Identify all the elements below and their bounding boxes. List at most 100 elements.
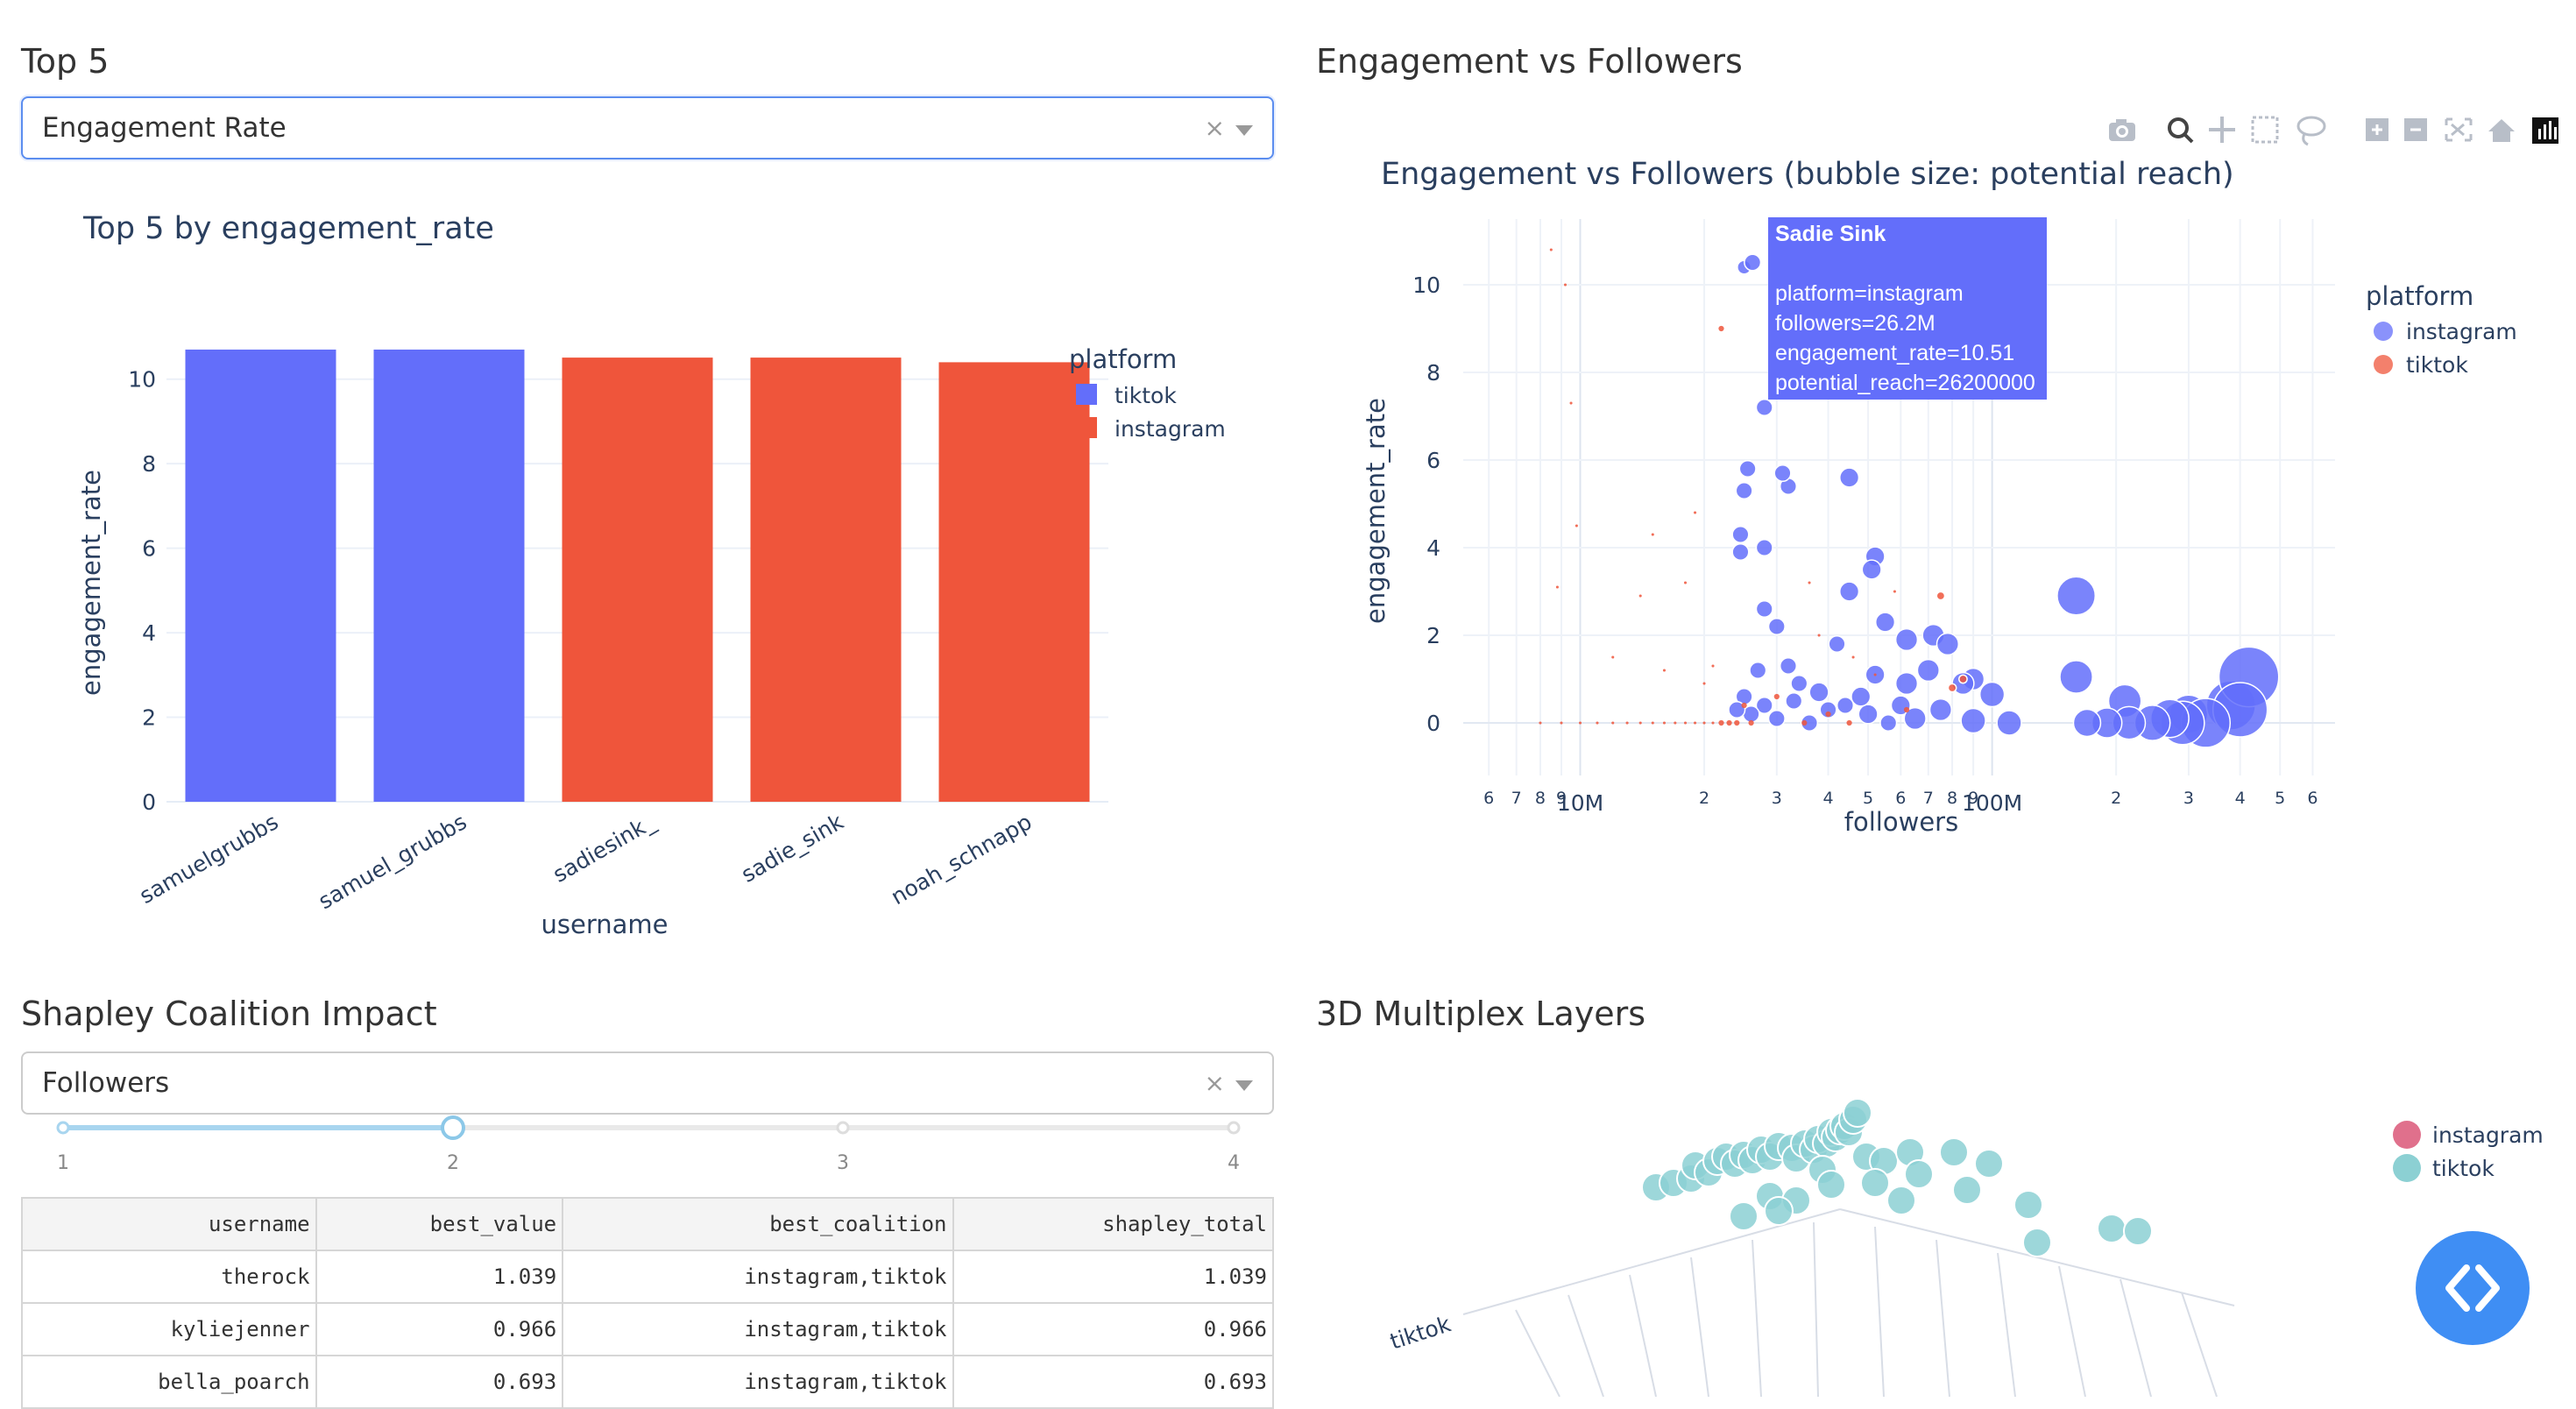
legend-label[interactable]: tiktok bbox=[2406, 352, 2468, 378]
data-point[interactable] bbox=[1711, 721, 1715, 725]
legend-label[interactable]: instagram bbox=[1115, 416, 1226, 442]
data-point[interactable] bbox=[1563, 283, 1568, 287]
data-point[interactable] bbox=[1694, 511, 1697, 514]
legend-swatch[interactable] bbox=[1076, 384, 1097, 405]
data-point[interactable] bbox=[1894, 671, 1919, 696]
chevron-down-icon[interactable] bbox=[1235, 1080, 1253, 1091]
zoom-out-icon[interactable] bbox=[2404, 118, 2427, 141]
data-point[interactable] bbox=[1651, 721, 1654, 725]
table-cell[interactable]: therock bbox=[21, 1250, 317, 1304]
data-point[interactable] bbox=[1735, 481, 1753, 500]
data-point[interactable] bbox=[1611, 655, 1615, 659]
data-point[interactable] bbox=[1851, 655, 1855, 659]
data-point[interactable] bbox=[1755, 599, 1773, 619]
clear-icon[interactable]: × bbox=[1205, 114, 1225, 143]
data-point[interactable] bbox=[1702, 721, 1706, 725]
data-point[interactable] bbox=[1651, 533, 1654, 536]
bar[interactable] bbox=[373, 349, 525, 802]
legend-marker[interactable] bbox=[2393, 1154, 2421, 1182]
zoom-in-icon[interactable] bbox=[2366, 118, 2388, 141]
coalition-size-slider[interactable]: 1 2 3 4 bbox=[21, 1115, 1283, 1176]
data-point[interactable] bbox=[1958, 674, 1968, 684]
data-point[interactable] bbox=[1879, 713, 1898, 733]
data-point[interactable] bbox=[1764, 1196, 1794, 1226]
legend-marker[interactable] bbox=[2393, 1121, 2421, 1149]
table-cell[interactable]: instagram,tiktok bbox=[562, 1250, 954, 1304]
data-point[interactable] bbox=[1838, 581, 1860, 602]
data-point[interactable] bbox=[1960, 707, 1986, 734]
data-point[interactable] bbox=[1638, 721, 1642, 725]
data-point[interactable] bbox=[1785, 691, 1803, 711]
data-point[interactable] bbox=[1928, 697, 1953, 722]
legend-marker[interactable] bbox=[2374, 355, 2393, 374]
data-point[interactable] bbox=[1947, 683, 1957, 693]
data-point[interactable] bbox=[1874, 612, 1896, 633]
data-point[interactable] bbox=[1790, 674, 1808, 693]
data-point[interactable] bbox=[1773, 464, 1792, 483]
reset-icon[interactable] bbox=[2488, 119, 2515, 142]
camera-icon[interactable] bbox=[2109, 119, 2135, 141]
data-point[interactable] bbox=[1638, 594, 1642, 598]
data-point[interactable] bbox=[1718, 325, 1724, 332]
data-point[interactable] bbox=[1936, 591, 1946, 601]
bar[interactable] bbox=[750, 358, 902, 802]
table-cell[interactable]: instagram,tiktok bbox=[562, 1302, 954, 1356]
table-cell[interactable]: 0.966 bbox=[315, 1302, 564, 1356]
data-point[interactable] bbox=[1748, 719, 1754, 726]
data-point[interactable] bbox=[1836, 696, 1855, 715]
zoom-icon[interactable] bbox=[2168, 117, 2194, 144]
data-point[interactable] bbox=[1625, 721, 1629, 725]
data-point[interactable] bbox=[2059, 660, 2093, 694]
bar[interactable] bbox=[562, 358, 713, 802]
data-point[interactable] bbox=[2097, 1214, 2127, 1243]
data-point[interactable] bbox=[1578, 721, 1582, 725]
data-point[interactable] bbox=[2013, 1190, 2043, 1220]
data-point[interactable] bbox=[1662, 669, 1667, 672]
data-point[interactable] bbox=[1731, 542, 1750, 562]
data-point[interactable] bbox=[2123, 1216, 2153, 1246]
chevron-down-icon[interactable] bbox=[1235, 125, 1253, 136]
data-point[interactable] bbox=[1974, 1149, 2004, 1179]
data-point[interactable] bbox=[1755, 538, 1773, 557]
data-point[interactable] bbox=[1838, 467, 1860, 488]
data-point[interactable] bbox=[1893, 590, 1896, 593]
data-point[interactable] bbox=[1916, 658, 1940, 683]
slider-dot[interactable] bbox=[56, 1121, 70, 1135]
top5-metric-dropdown[interactable]: Engagement Rate × bbox=[21, 96, 1274, 159]
autoscale-icon[interactable] bbox=[2445, 117, 2473, 142]
data-point[interactable] bbox=[1996, 710, 2022, 736]
column-header[interactable]: best_value bbox=[315, 1197, 564, 1251]
data-point[interactable] bbox=[1702, 682, 1706, 685]
data-point[interactable] bbox=[1904, 1159, 1934, 1189]
legend-marker[interactable] bbox=[2374, 322, 2393, 341]
lasso-icon[interactable] bbox=[2296, 116, 2326, 146]
slider-dot[interactable] bbox=[1227, 1121, 1241, 1135]
data-point[interactable] bbox=[1894, 627, 1919, 652]
table-cell[interactable]: 0.966 bbox=[952, 1302, 1274, 1356]
table-cell[interactable]: kyliejenner bbox=[21, 1302, 317, 1356]
data-point[interactable] bbox=[2072, 708, 2102, 738]
data-point[interactable] bbox=[1978, 681, 2006, 708]
legend-label[interactable]: instagram bbox=[2432, 1122, 2544, 1148]
data-point[interactable] bbox=[1828, 634, 1846, 654]
data-point[interactable] bbox=[1903, 706, 1910, 713]
column-header[interactable]: best_coalition bbox=[562, 1197, 954, 1251]
data-point[interactable] bbox=[1825, 711, 1831, 718]
data-point[interactable] bbox=[1596, 721, 1599, 725]
data-point[interactable] bbox=[1555, 585, 1559, 589]
slider-dot[interactable] bbox=[836, 1121, 850, 1135]
data-point[interactable] bbox=[1779, 656, 1798, 676]
column-header[interactable]: shapley_total bbox=[952, 1197, 1274, 1251]
code-toggle-button[interactable] bbox=[2416, 1231, 2530, 1345]
data-point[interactable] bbox=[1773, 693, 1780, 700]
data-point[interactable] bbox=[1744, 253, 1762, 272]
data-point[interactable] bbox=[1539, 721, 1542, 725]
data-point[interactable] bbox=[1861, 559, 1882, 580]
data-point[interactable] bbox=[1808, 581, 1811, 584]
pan-icon[interactable] bbox=[2209, 117, 2235, 143]
data-point[interactable] bbox=[2056, 576, 2097, 616]
data-point[interactable] bbox=[1755, 398, 1773, 417]
data-point[interactable] bbox=[1817, 634, 1821, 637]
data-point[interactable] bbox=[1731, 525, 1750, 544]
data-point[interactable] bbox=[1738, 459, 1757, 478]
